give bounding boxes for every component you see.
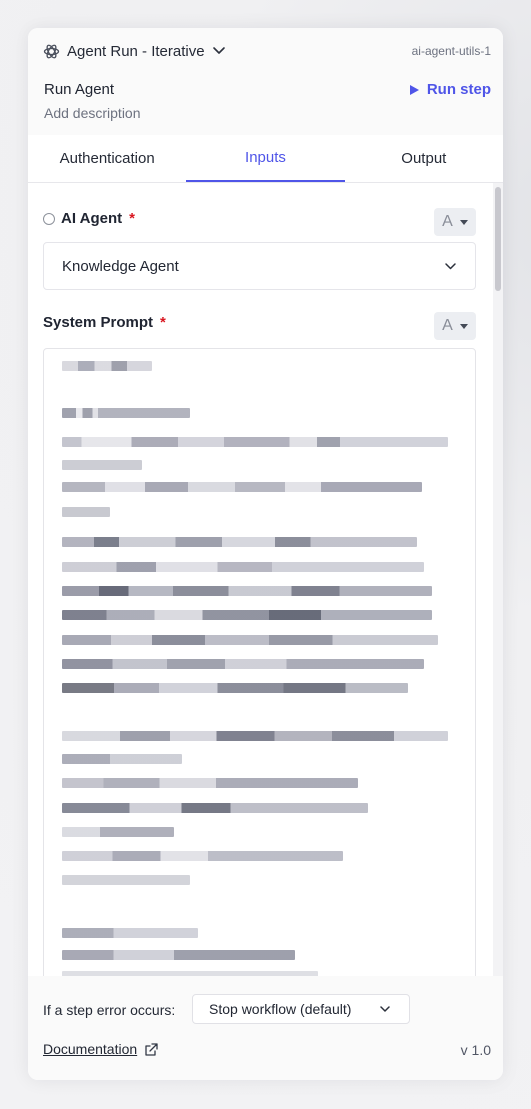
chevron-down-icon	[212, 46, 226, 56]
run-step-label: Run step	[426, 81, 491, 98]
tab-output[interactable]: Output	[345, 135, 503, 182]
redacted-text-line	[62, 562, 424, 572]
required-marker: *	[160, 314, 166, 331]
header-top-row: Agent Run - Iterative ai-agent-utils-1	[43, 40, 491, 62]
redacted-text-line	[62, 731, 448, 741]
redacted-text-line	[62, 875, 190, 885]
inputs-content: AI Agent * A Knowledge Agent System Promp…	[28, 183, 503, 976]
agent-run-panel: Agent Run - Iterative ai-agent-utils-1 R…	[28, 28, 503, 1080]
redacted-text-line	[62, 408, 190, 418]
version-label: v 1.0	[460, 1042, 491, 1058]
redacted-text-line	[62, 460, 142, 470]
required-marker: *	[129, 210, 135, 227]
redacted-text-line	[62, 928, 198, 938]
chevron-down-icon	[379, 1005, 391, 1013]
documentation-link[interactable]: Documentation	[43, 1041, 159, 1057]
ai-agent-select[interactable]: Knowledge Agent	[43, 242, 476, 290]
redacted-text-line	[62, 635, 438, 645]
redacted-text-line	[62, 851, 343, 861]
redacted-text-line	[62, 610, 432, 620]
redacted-text-line	[62, 754, 182, 764]
ai-agent-radio[interactable]	[43, 212, 55, 225]
ai-agent-value: Knowledge Agent	[62, 257, 179, 275]
panel-footer: If a step error occurs: Stop workflow (d…	[28, 976, 503, 1080]
ai-agent-label: AI Agent	[61, 210, 123, 227]
atom-icon	[43, 43, 60, 60]
redacted-text-line	[62, 950, 295, 960]
caret-down-icon	[459, 220, 468, 225]
system-prompt-label-row: System Prompt *	[43, 314, 166, 331]
panel-tabs: Authentication Inputs Output	[28, 135, 503, 183]
redacted-text-line	[62, 827, 174, 837]
system-prompt-label: System Prompt	[43, 314, 154, 331]
system-prompt-type-selector[interactable]: A	[434, 312, 476, 340]
redacted-text-line	[62, 586, 432, 596]
scrollbar-thumb[interactable]	[495, 187, 501, 291]
utils-label: ai-agent-utils-1	[411, 44, 491, 58]
play-icon	[409, 84, 420, 96]
step-error-label: If a step error occurs:	[43, 1002, 176, 1018]
agent-title: Agent Run - Iterative	[67, 42, 205, 60]
text-type-icon: A	[442, 317, 453, 334]
caret-down-icon	[459, 324, 468, 329]
redacted-text-line	[62, 683, 408, 693]
documentation-label: Documentation	[43, 1041, 138, 1057]
panel-header: Agent Run - Iterative ai-agent-utils-1 R…	[28, 28, 503, 135]
tab-authentication[interactable]: Authentication	[28, 135, 186, 182]
ai-agent-label-row: AI Agent *	[43, 210, 135, 227]
ai-agent-type-selector[interactable]: A	[434, 208, 476, 236]
run-step-button[interactable]: Run step	[409, 81, 491, 98]
content-scrollbar[interactable]	[493, 183, 503, 976]
redacted-text-line	[62, 482, 422, 492]
external-link-icon	[144, 1042, 159, 1057]
chevron-down-icon	[444, 262, 457, 271]
tab-inputs[interactable]: Inputs	[186, 135, 345, 182]
step-name[interactable]: Run Agent	[44, 81, 114, 98]
text-type-icon: A	[442, 213, 453, 230]
redacted-text-line	[62, 778, 358, 788]
redacted-text-line	[62, 507, 110, 517]
description-field[interactable]: Add description	[44, 105, 141, 121]
redacted-text-line	[62, 361, 152, 371]
agent-title-dropdown[interactable]: Agent Run - Iterative	[43, 43, 226, 60]
redacted-text-line	[62, 803, 368, 813]
page: Agent Run - Iterative ai-agent-utils-1 R…	[0, 0, 531, 1109]
redacted-text-line	[62, 437, 448, 447]
system-prompt-textarea[interactable]	[43, 348, 476, 976]
redacted-text-line	[62, 659, 424, 669]
step-error-select[interactable]: Stop workflow (default)	[192, 994, 410, 1024]
redacted-text-line	[62, 537, 417, 547]
step-error-value: Stop workflow (default)	[209, 1001, 352, 1017]
